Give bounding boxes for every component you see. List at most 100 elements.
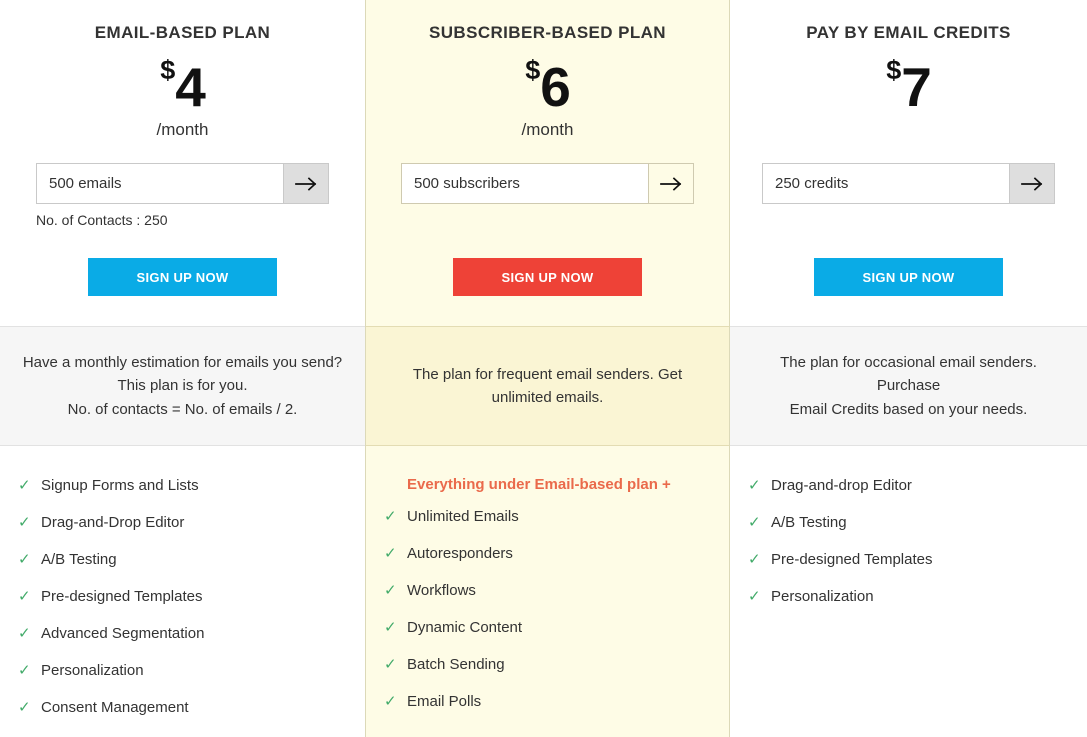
check-icon: ✓ bbox=[384, 508, 397, 525]
feature-item: ✓ Pre-designed Templates bbox=[18, 587, 365, 624]
feature-item: ✓ Consent Management bbox=[18, 698, 365, 735]
feature-item: ✓ Advanced Segmentation bbox=[18, 624, 365, 661]
plan-description-band: The plan for occasional email senders. P… bbox=[730, 326, 1087, 446]
check-icon: ✓ bbox=[748, 551, 761, 568]
signup-button[interactable]: SIGN UP NOW bbox=[88, 258, 277, 296]
feature-list: Everything under Email-based plan + ✓ Un… bbox=[366, 446, 729, 737]
plan-description-band: Have a monthly estimation for emails you… bbox=[0, 326, 365, 446]
feature-item: ✓ Pre-designed Templates bbox=[748, 550, 1087, 587]
check-icon: ✓ bbox=[384, 545, 397, 562]
plan-title: EMAIL-BASED PLAN bbox=[94, 23, 271, 42]
plan-header-section: PAY BY EMAIL CREDITS $ 7 SIG bbox=[730, 0, 1087, 326]
feature-label: Workflows bbox=[407, 582, 476, 599]
plan-description-band: The plan for frequent email senders. Get… bbox=[366, 326, 729, 446]
description-line: Email Credits based on your needs. bbox=[789, 400, 1028, 418]
quantity-input[interactable] bbox=[402, 164, 648, 203]
feature-label: Pre-designed Templates bbox=[771, 551, 933, 568]
plan-card-email-based: EMAIL-BASED PLAN $ 4 /month No. of Co bbox=[0, 0, 365, 737]
billing-period: /month bbox=[156, 120, 209, 139]
check-icon: ✓ bbox=[384, 693, 397, 710]
feature-label: Personalization bbox=[41, 662, 144, 679]
description-line: The plan for occasional email senders. P… bbox=[780, 354, 1037, 395]
feature-item: ✓ Drag-and-drop Editor bbox=[748, 476, 1087, 513]
feature-label: Personalization bbox=[771, 588, 874, 605]
plan-description: Have a monthly estimation for emails you… bbox=[23, 351, 342, 421]
feature-item: ✓ Autoresponders bbox=[384, 544, 729, 581]
signup-button[interactable]: SIGN UP NOW bbox=[814, 258, 1003, 296]
plan-title: PAY BY EMAIL CREDITS bbox=[806, 23, 1011, 42]
feature-item: ✓ Email Polls bbox=[384, 692, 729, 729]
check-icon: ✓ bbox=[18, 662, 31, 679]
check-icon: ✓ bbox=[384, 656, 397, 673]
currency-symbol: $ bbox=[525, 55, 541, 85]
description-line: This plan is for you. bbox=[117, 377, 248, 395]
description-line: Have a monthly estimation for emails you… bbox=[22, 354, 343, 372]
description-line: No. of contacts = No. of emails / 2. bbox=[67, 400, 298, 418]
quantity-input[interactable] bbox=[37, 164, 283, 203]
check-icon: ✓ bbox=[18, 551, 31, 568]
feature-item: ✓ Dynamic Content bbox=[384, 618, 729, 655]
feature-item: ✓ A/B Testing bbox=[18, 550, 365, 587]
description-line: unlimited emails. bbox=[491, 389, 604, 406]
check-icon: ✓ bbox=[384, 619, 397, 636]
plan-card-subscriber-based: SUBSCRIBER-BASED PLAN $ 6 /month 500 sub… bbox=[365, 0, 730, 737]
check-icon: ✓ bbox=[18, 514, 31, 531]
feature-item: ✓ Drag-and-Drop Editor bbox=[18, 513, 365, 550]
feature-label: Drag-and-drop Editor bbox=[771, 477, 912, 494]
currency-symbol: $ bbox=[160, 55, 176, 85]
feature-item: ✓ A/B Testing bbox=[748, 513, 1087, 550]
price-amount: 6 bbox=[540, 56, 571, 118]
quantity-input-group bbox=[401, 163, 694, 204]
check-icon: ✓ bbox=[18, 477, 31, 494]
billing-period: /month bbox=[521, 120, 574, 139]
check-icon: ✓ bbox=[748, 514, 761, 531]
feature-label: A/B Testing bbox=[771, 514, 847, 531]
feature-item: ✓ Personalization bbox=[18, 661, 365, 698]
plan-card-email-credits: PAY BY EMAIL CREDITS $ 7 SIG bbox=[730, 0, 1087, 737]
plan-price: $ 6 bbox=[525, 54, 571, 118]
price-amount: 4 bbox=[175, 56, 206, 118]
pricing-table: EMAIL-BASED PLAN $ 4 /month No. of Co bbox=[0, 0, 1087, 737]
arrow-right-icon bbox=[1021, 176, 1043, 191]
plan-header-section: SUBSCRIBER-BASED PLAN $ 6 /month 500 sub… bbox=[366, 0, 729, 326]
feature-item: ✓ Workflows bbox=[384, 581, 729, 618]
plan-header-section: EMAIL-BASED PLAN $ 4 /month No. of Co bbox=[0, 0, 365, 326]
feature-label: Dynamic Content bbox=[407, 619, 523, 636]
plan-price: $ 7 bbox=[886, 54, 932, 118]
contacts-note: No. of Contacts : 250 bbox=[36, 212, 168, 228]
check-icon: ✓ bbox=[384, 582, 397, 599]
feature-label: Advanced Segmentation bbox=[41, 625, 205, 642]
check-icon: ✓ bbox=[18, 699, 31, 716]
plan-price: $ 4 bbox=[160, 54, 206, 118]
feature-label: Batch Sending bbox=[407, 656, 505, 673]
feature-item: ✓ Personalization bbox=[748, 587, 1087, 624]
feature-label: Autoresponders bbox=[407, 545, 513, 562]
arrow-right-icon bbox=[660, 176, 682, 191]
plan-description: The plan for frequent email senders. Get… bbox=[413, 363, 682, 410]
feature-list-heading: Everything under Email-based plan + bbox=[407, 476, 671, 493]
quantity-submit-button[interactable] bbox=[1009, 164, 1054, 203]
feature-list: ✓ Drag-and-drop Editor ✓ A/B Testing ✓ P… bbox=[730, 446, 1087, 737]
plan-description: The plan for occasional email senders. P… bbox=[752, 351, 1065, 421]
signup-button[interactable]: SIGN UP NOW bbox=[453, 258, 642, 296]
feature-list: ✓ Signup Forms and Lists ✓ Drag-and-Drop… bbox=[0, 446, 365, 737]
quantity-submit-button[interactable] bbox=[648, 164, 693, 203]
feature-label: Signup Forms and Lists bbox=[41, 477, 199, 494]
check-icon: ✓ bbox=[18, 588, 31, 605]
currency-symbol: $ bbox=[886, 55, 902, 85]
feature-item: ✓ Batch Sending bbox=[384, 655, 729, 692]
feature-label: Drag-and-Drop Editor bbox=[41, 514, 185, 531]
check-icon: ✓ bbox=[748, 588, 761, 605]
check-icon: ✓ bbox=[18, 625, 31, 642]
plan-title: SUBSCRIBER-BASED PLAN bbox=[429, 23, 666, 42]
check-icon: ✓ bbox=[748, 477, 761, 494]
feature-label: Consent Management bbox=[41, 699, 189, 716]
description-line: The plan for frequent email senders. Get bbox=[412, 365, 683, 383]
quantity-input[interactable] bbox=[763, 164, 1009, 203]
feature-label: Unlimited Emails bbox=[407, 508, 519, 525]
quantity-input-group bbox=[762, 163, 1055, 204]
quantity-input-group bbox=[36, 163, 329, 204]
price-amount: 7 bbox=[901, 56, 932, 118]
quantity-submit-button[interactable] bbox=[283, 164, 328, 203]
feature-item: ✓ Signup Forms and Lists bbox=[18, 476, 365, 513]
